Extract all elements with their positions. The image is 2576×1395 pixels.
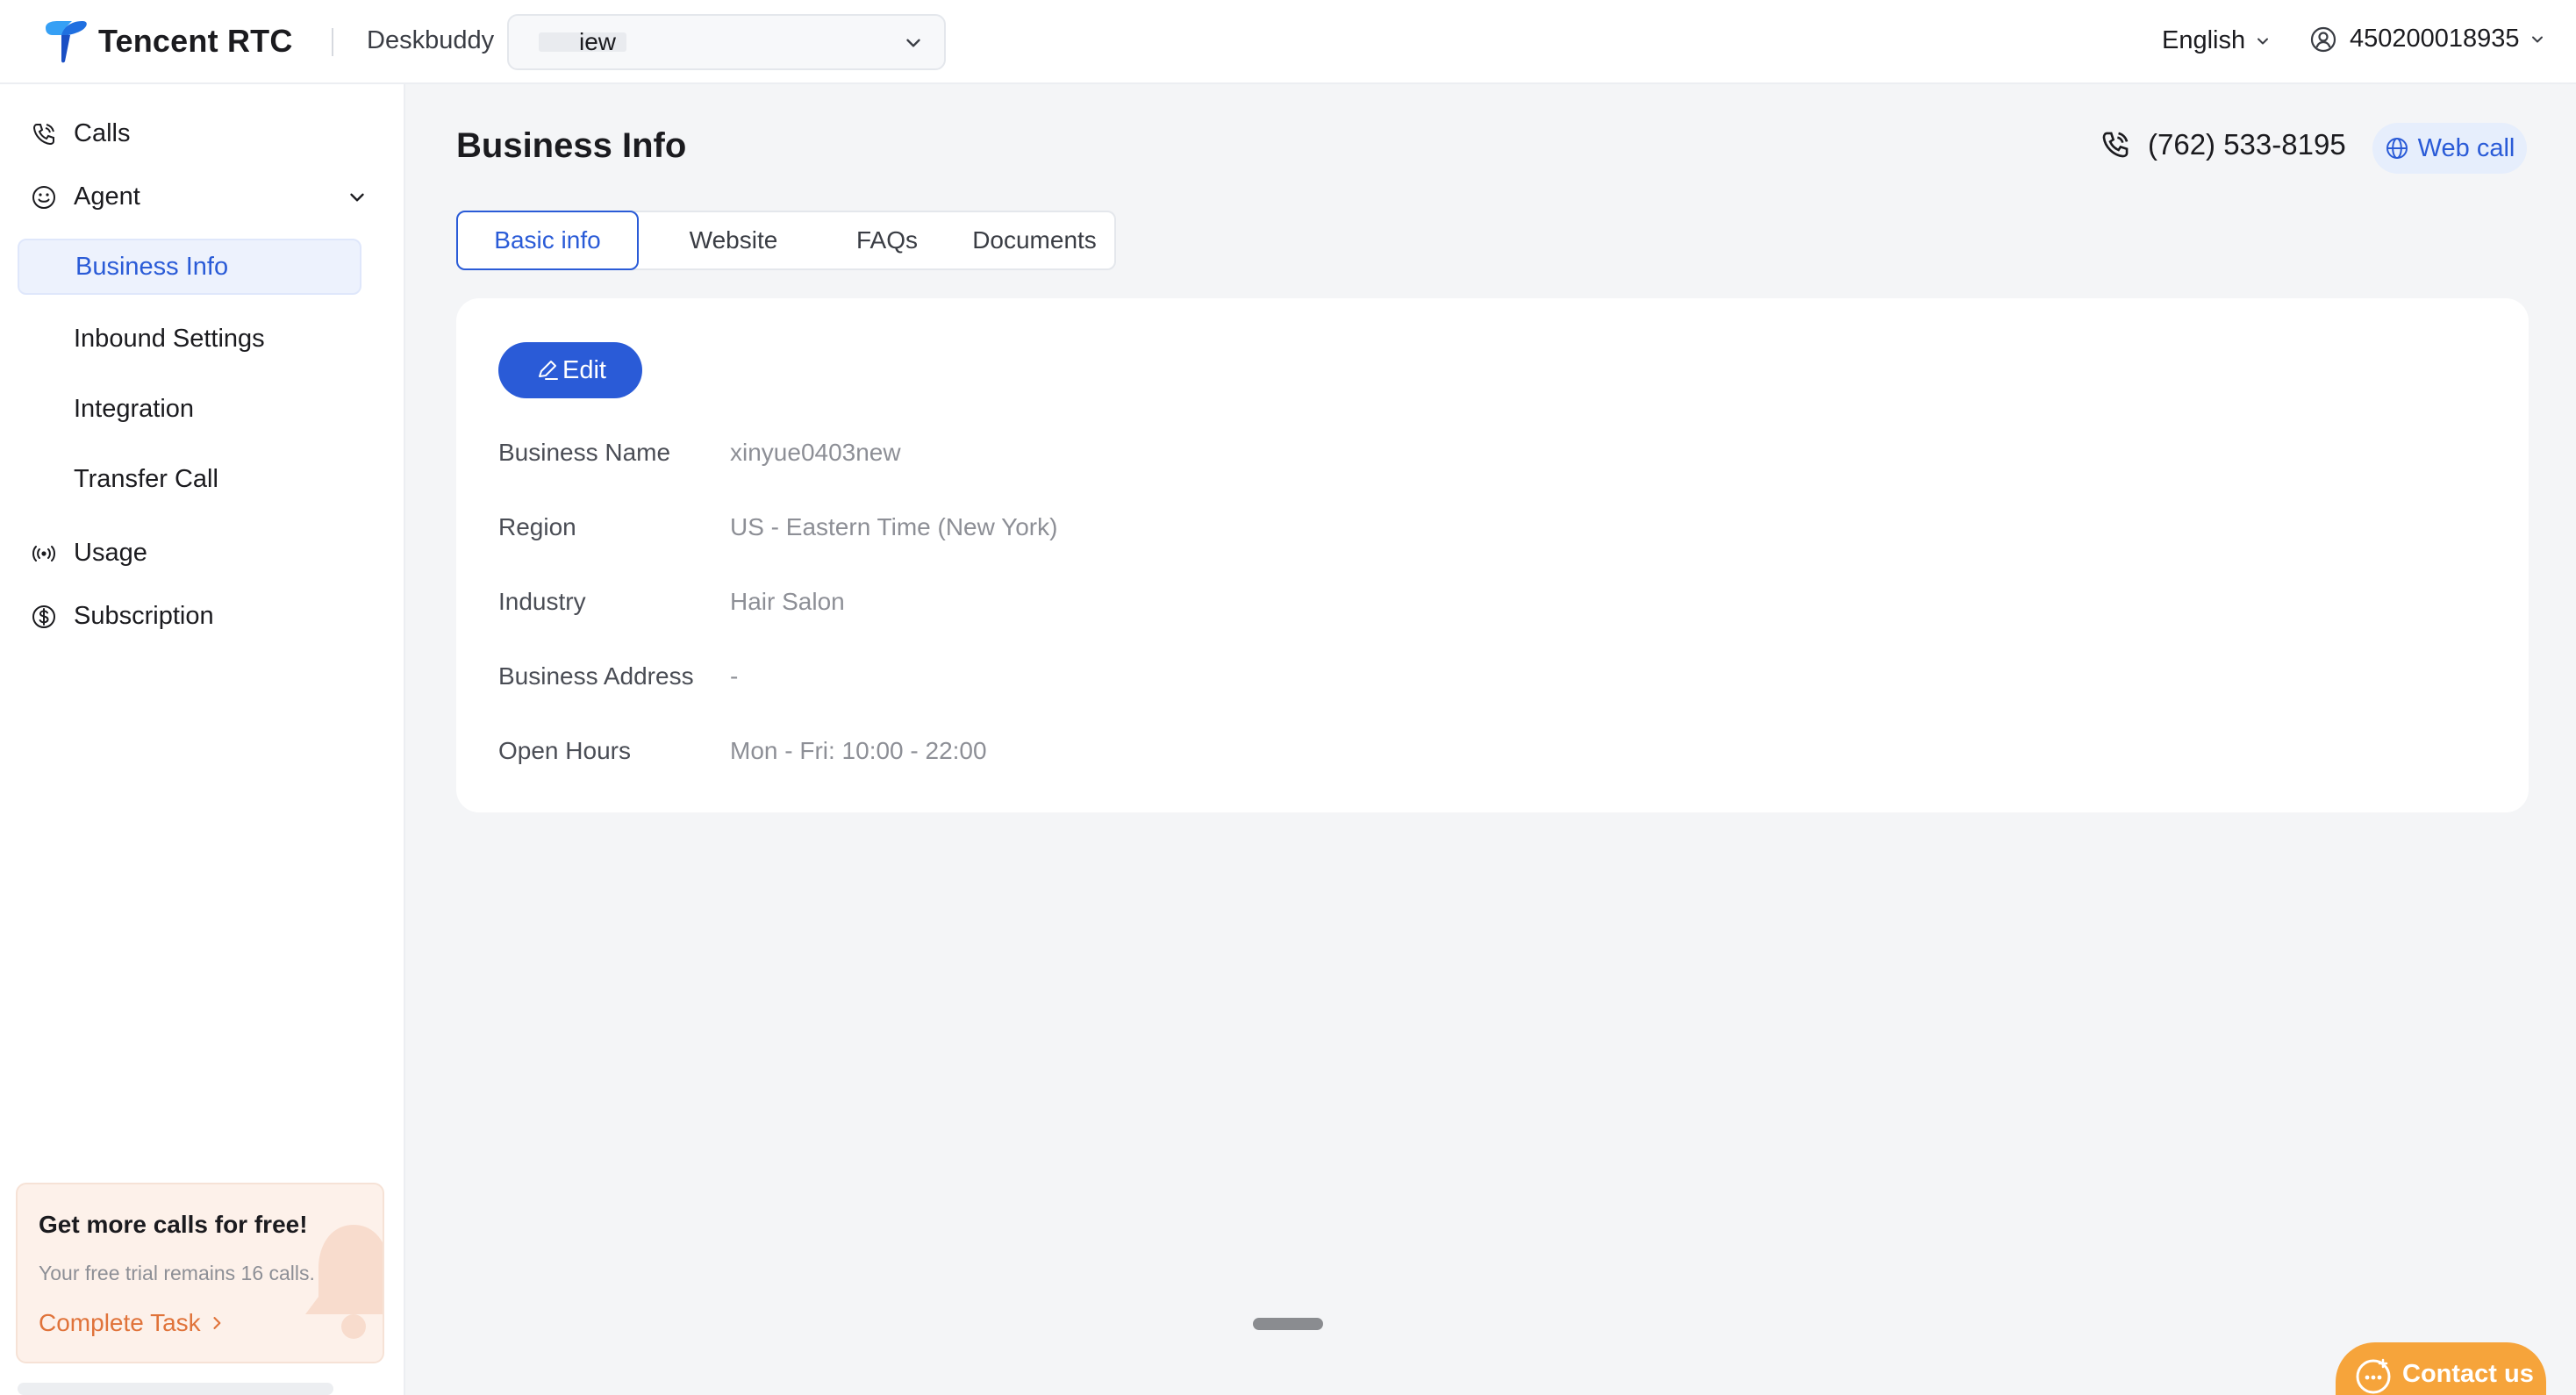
product-name: Deskbuddy [367,26,495,54]
field-label-business-address: Business Address [498,662,694,690]
edit-label: Edit [562,355,606,384]
field-value-business-name: xinyue0403new [730,439,901,466]
header-divider [332,28,333,56]
field-value-industry: Hair Salon [730,588,845,615]
chevron-down-icon [906,39,920,47]
tab-faqs[interactable]: FAQs [821,212,953,268]
business-info-card: Edit Business Name xinyue0403new Region … [456,298,2529,812]
page-title: Business Info [456,126,687,165]
dollar-circle-icon [32,604,55,628]
field-value-region: US - Eastern Time (New York) [730,513,1058,540]
contact-us-button[interactable]: Contact us [2336,1342,2546,1395]
sidebar-item-label: Usage [74,539,147,567]
web-call-label: Web call [2417,133,2515,162]
chevron-down-icon [2258,38,2269,44]
sidebar-item-transfer-call[interactable]: Transfer Call [18,451,361,507]
chevron-right-icon [213,1317,221,1329]
sidebar-item-label: Calls [74,119,131,147]
promo-subtitle: Your free trial remains 16 calls. [39,1262,315,1284]
sidebar-item-label: Subscription [74,602,214,630]
broadcast-icon [32,545,55,562]
field-label-open-hours: Open Hours [498,737,631,764]
top-bar: Tencent RTC Deskbuddy iew English 450200… [0,0,2576,84]
account-menu[interactable]: 450200018935 [2309,25,2546,54]
phone-call-icon [2102,132,2129,158]
user-circle-icon [2310,26,2336,52]
sidebar: Calls Agent Business Info Inbound Settin… [0,84,405,1395]
sidebar-item-inbound-settings[interactable]: Inbound Settings [18,311,361,367]
promo-title: Get more calls for free! [39,1211,308,1238]
bottom-bar-fragment [18,1383,333,1395]
tencent-rtc-logo-icon [46,21,87,63]
edit-pencil-icon [539,361,558,380]
agent-select-value: iew [579,28,617,55]
sidebar-item-integration[interactable]: Integration [18,381,361,437]
smiley-icon [32,185,55,209]
sidebar-item-business-info[interactable]: Business Info [18,239,361,295]
chevron-down-icon [2531,36,2543,42]
field-label-region: Region [498,513,576,540]
complete-task-link[interactable]: Complete Task [39,1309,225,1337]
tab-bar: Basic info Website FAQs Documents [456,211,1116,270]
chat-bubble-icon [2356,1358,2391,1394]
edit-button[interactable]: Edit [498,342,642,398]
phone-number-text: (762) 533-8195 [2148,128,2346,161]
language-label: English [2162,26,2246,54]
globe-icon [2386,138,2408,159]
complete-task-label: Complete Task [39,1309,201,1336]
tab-basic-info[interactable]: Basic info [456,211,639,270]
sidebar-item-usage[interactable]: Usage [30,539,147,568]
agent-phone-number[interactable]: (762) 533-8195 [2099,128,2346,161]
free-calls-promo: Get more calls for free! Your free trial… [16,1183,384,1363]
phone-call-icon [32,123,54,145]
tab-website[interactable]: Website [646,212,821,268]
web-call-button[interactable]: Web call [2372,123,2527,174]
resize-handle[interactable] [1253,1318,1323,1330]
sidebar-item-subscription[interactable]: Subscription [30,602,214,631]
field-value-business-address: - [730,662,739,690]
field-label-business-name: Business Name [498,439,671,466]
contact-us-label: Contact us [2402,1360,2534,1388]
account-id: 450200018935 [2350,25,2520,53]
agent-select[interactable]: iew [507,14,946,70]
sidebar-item-agent[interactable]: Agent [30,182,140,211]
sidebar-item-label: Agent [74,182,140,211]
language-selector[interactable]: English [2162,26,2272,55]
field-label-industry: Industry [498,588,586,615]
field-value-open-hours: Mon - Fri: 10:00 - 22:00 [730,737,987,764]
tab-documents[interactable]: Documents [953,212,1116,268]
sidebar-item-calls[interactable]: Calls [30,119,130,148]
brand-logo[interactable]: Tencent RTC [42,19,293,63]
chevron-down-icon[interactable] [346,186,369,209]
logo-text: Tencent RTC [98,23,293,59]
